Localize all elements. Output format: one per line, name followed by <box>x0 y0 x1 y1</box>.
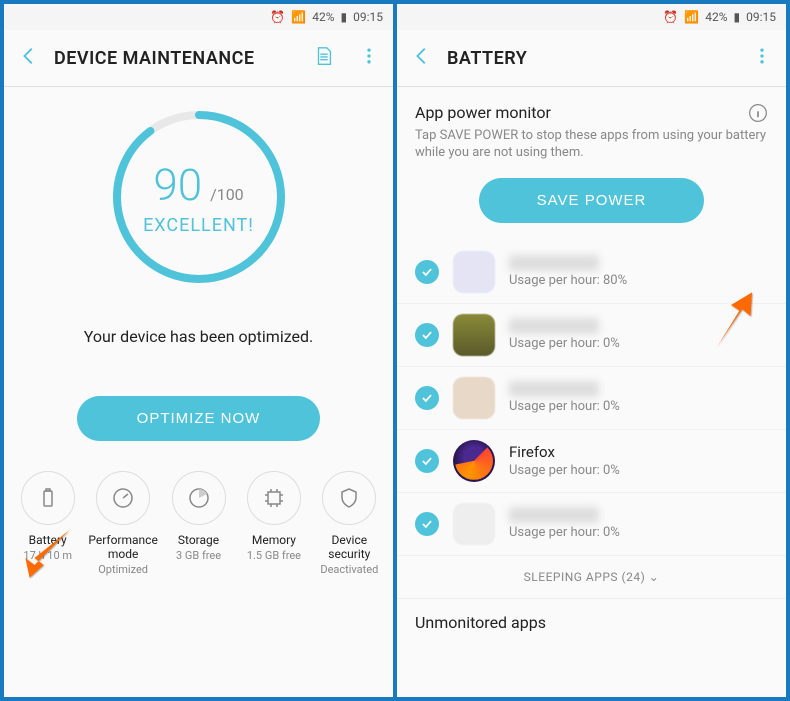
app-usage: Usage per hour: 0% <box>509 463 768 478</box>
app-row[interactable]: Firefox Usage per hour: 0% <box>397 430 786 493</box>
app-name <box>509 381 599 397</box>
unmonitored-section[interactable]: Unmonitored apps <box>397 598 786 638</box>
battery-percent: 42% <box>705 10 727 24</box>
score-circle: 90 /100 EXCELLENT! <box>4 87 393 297</box>
firefox-icon <box>453 440 495 482</box>
clock: 09:15 <box>746 10 776 24</box>
device-maintenance-screen: ⏰ 📶 42% ▮ 09:15 DEVICE MAINTENANCE 90 /1… <box>4 4 393 697</box>
app-usage: Usage per hour: 0% <box>509 525 768 540</box>
app-name <box>509 318 599 334</box>
app-name <box>509 507 599 523</box>
storage-icon <box>172 471 226 525</box>
battery-screen: ⏰ 📶 42% ▮ 09:15 BATTERY App power monito… <box>397 4 786 697</box>
page-title: BATTERY <box>447 48 527 69</box>
checkbox-checked[interactable] <box>415 260 439 284</box>
app-row[interactable]: Usage per hour: 0% <box>397 493 786 556</box>
more-icon[interactable] <box>752 46 772 70</box>
header: DEVICE MAINTENANCE <box>4 30 393 86</box>
chip-icon <box>247 471 301 525</box>
back-icon[interactable] <box>18 45 40 71</box>
signal-icon: 📶 <box>684 10 699 24</box>
annotation-arrow <box>10 516 80 586</box>
shield-icon <box>322 471 376 525</box>
checkbox-checked[interactable] <box>415 323 439 347</box>
sleeping-apps-row[interactable]: SLEEPING APPS (24) ⌄ <box>397 556 786 598</box>
checkbox-checked[interactable] <box>415 512 439 536</box>
header: BATTERY <box>397 30 786 86</box>
app-icon <box>453 377 495 419</box>
checkbox-checked[interactable] <box>415 449 439 473</box>
back-icon[interactable] <box>411 45 433 71</box>
status-bar: ⏰ 📶 42% ▮ 09:15 <box>397 4 786 30</box>
cat-security[interactable]: Device security Deactivated <box>312 471 387 576</box>
app-usage: Usage per hour: 0% <box>509 399 768 414</box>
status-bar: ⏰ 📶 42% ▮ 09:15 <box>4 4 393 30</box>
clock: 09:15 <box>353 10 383 24</box>
battery-icon: ▮ <box>734 10 741 24</box>
chevron-down-icon: ⌄ <box>649 570 660 584</box>
app-power-section: App power monitor Tap SAVE POWER to stop… <box>397 87 786 241</box>
info-icon[interactable] <box>748 103 768 127</box>
battery-icon: ▮ <box>341 10 348 24</box>
optimized-message: Your device has been optimized. <box>4 297 393 396</box>
annotation-arrow <box>696 284 766 354</box>
app-icon <box>453 251 495 293</box>
checkbox-checked[interactable] <box>415 386 439 410</box>
battery-percent: 42% <box>312 10 334 24</box>
cat-memory[interactable]: Memory 1.5 GB free <box>236 471 311 576</box>
app-row[interactable]: Usage per hour: 0% <box>397 367 786 430</box>
app-icon <box>453 503 495 545</box>
document-icon[interactable] <box>313 45 335 71</box>
signal-icon: 📶 <box>291 10 306 24</box>
app-icon <box>453 314 495 356</box>
section-subtitle: Tap SAVE POWER to stop these apps from u… <box>415 128 768 162</box>
cat-storage[interactable]: Storage 3 GB free <box>161 471 236 576</box>
alarm-icon: ⏰ <box>663 10 678 24</box>
more-icon[interactable] <box>359 46 379 70</box>
app-name <box>509 255 599 271</box>
save-power-button[interactable]: SAVE POWER <box>479 178 705 223</box>
section-title: App power monitor <box>415 103 768 122</box>
app-name: Firefox <box>509 443 768 461</box>
page-title: DEVICE MAINTENANCE <box>54 48 255 69</box>
cat-performance[interactable]: Performance mode Optimized <box>85 471 160 576</box>
optimize-button[interactable]: OPTIMIZE NOW <box>77 396 321 441</box>
gauge-icon <box>96 471 150 525</box>
alarm-icon: ⏰ <box>270 10 285 24</box>
unmonitored-title: Unmonitored apps <box>415 613 768 632</box>
